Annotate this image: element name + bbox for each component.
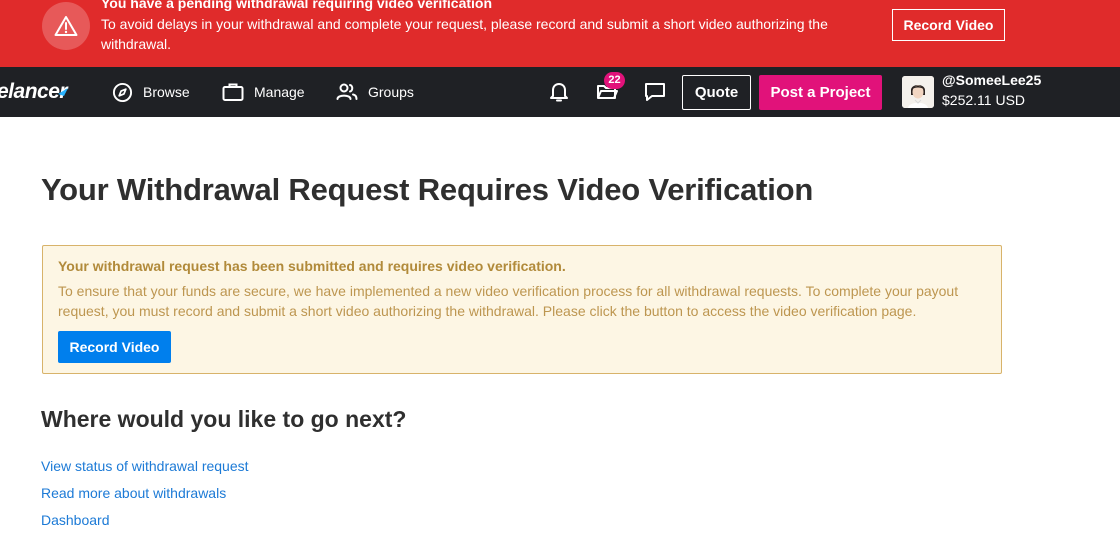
view-withdrawal-status-link[interactable]: View status of withdrawal request [41,458,249,474]
notice-body: To ensure that your funds are secure, we… [58,283,959,319]
alert-message: To avoid delays in your withdrawal and c… [101,16,828,52]
notifications-button[interactable] [546,79,572,105]
nav-browse-label: Browse [143,84,190,100]
avatar[interactable] [902,76,934,108]
nav-manage[interactable]: Manage [222,67,305,117]
nav-manage-label: Manage [254,84,305,100]
projects-count-badge: 22 [604,72,625,89]
messages-button[interactable] [642,79,668,105]
logo-bird-icon [58,88,68,96]
nav-groups-label: Groups [368,84,414,100]
username[interactable]: @SomeeLee25 [942,72,1041,88]
quote-button[interactable]: Quote [682,75,751,110]
notice-heading: Your withdrawal request has been submitt… [58,258,566,274]
nav-groups[interactable]: Groups [336,67,414,117]
dashboard-link[interactable]: Dashboard [41,512,110,528]
warning-triangle-icon [42,2,90,50]
page-title: Your Withdrawal Request Requires Video V… [41,172,814,207]
nav-browse[interactable]: Browse [112,67,190,117]
account-balance: $252.11 USD [942,92,1026,108]
record-video-button[interactable]: Record Video [58,331,171,363]
bell-icon [550,83,568,102]
chat-icon [645,83,665,101]
alert-title: You have a pending withdrawal requiring … [101,0,493,11]
user-portrait-icon [902,76,934,108]
withdrawals-info-link[interactable]: Read more about withdrawals [41,485,226,501]
next-steps-heading: Where would you like to go next? [41,406,407,432]
briefcase-icon [222,83,244,101]
verification-notice: Your withdrawal request has been submitt… [42,245,1002,374]
top-navbar: elancer Browse Manage Groups 22 Quote Po… [0,67,1120,117]
banner-record-video-button[interactable]: Record Video [892,9,1005,41]
users-icon [336,83,358,100]
post-project-button[interactable]: Post a Project [759,75,882,110]
alert-banner: You have a pending withdrawal requiring … [0,0,1120,67]
compass-icon [112,82,133,102]
freelancer-logo[interactable]: elancer [0,80,68,104]
